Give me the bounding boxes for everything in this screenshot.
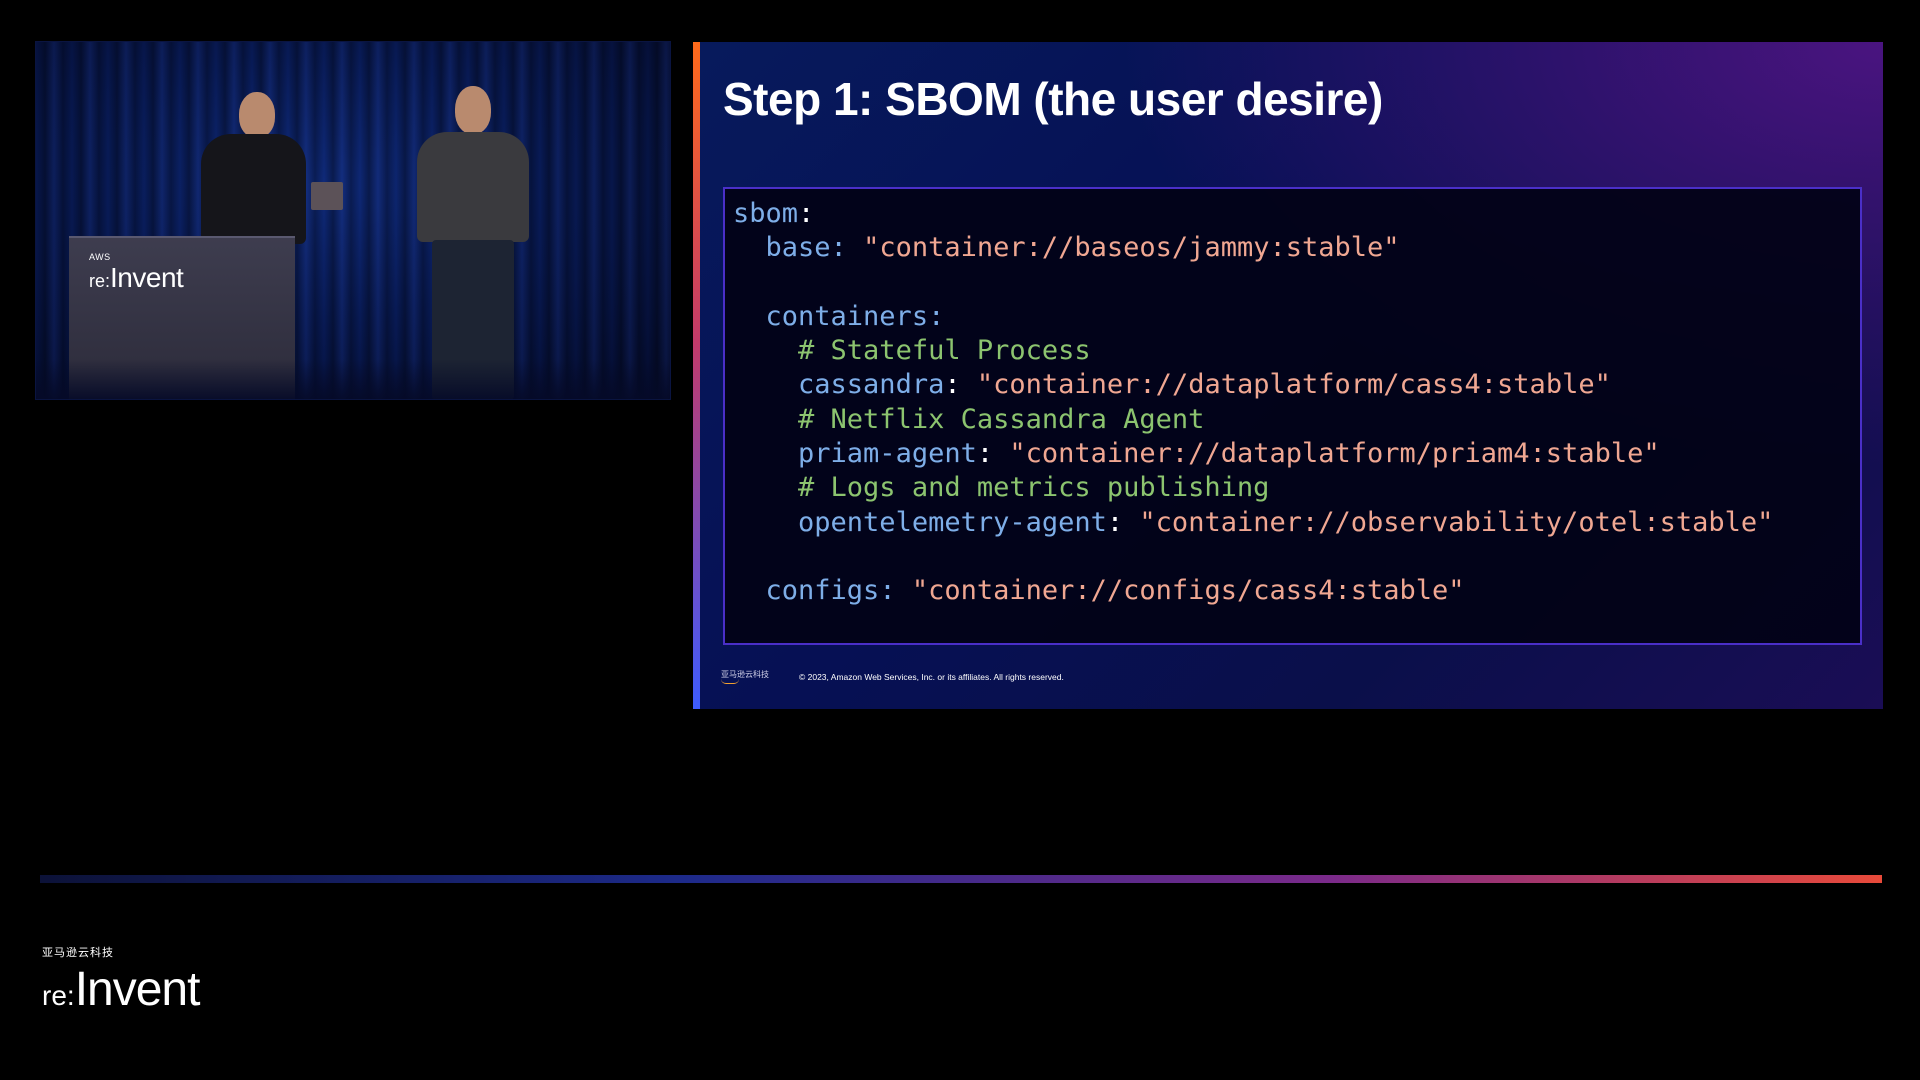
smile-arrow-icon (721, 679, 739, 684)
reinvent-logo: 亚马逊云科技 re:Invent (42, 944, 201, 1017)
slide-accent-bar (693, 42, 700, 709)
stage-floor (36, 359, 670, 399)
code-comment-logs: # Logs and metrics publishing (798, 472, 1270, 504)
code-value-priam: "container://dataplatform/priam4:stable" (1009, 438, 1660, 470)
podium-reinvent-logo: AWS re:Invent (89, 252, 184, 293)
code-value-cassandra: "container://dataplatform/cass4:stable" (976, 369, 1611, 401)
slide-footer: 亚马逊云科技 © 2023, Amazon Web Services, Inc.… (721, 670, 1064, 684)
code-key-configs: configs (765, 575, 880, 607)
code-comment-priam: # Netflix Cassandra Agent (798, 403, 1205, 435)
handheld-device (311, 182, 343, 210)
yaml-code: sbom: base: "container://baseos/jammy:st… (733, 198, 1774, 607)
brand-invent-text: Invent (74, 963, 201, 1016)
code-key-cassandra: cassandra (798, 369, 945, 401)
code-key-priam: priam-agent (798, 438, 977, 470)
copyright-text: © 2023, Amazon Web Services, Inc. or its… (799, 672, 1064, 682)
speaker-video-feed: AWS re:Invent (36, 42, 670, 399)
code-key-otel: opentelemetry-agent (798, 506, 1107, 538)
code-value-otel: "container://observability/otel:stable" (1139, 506, 1774, 538)
brand-gradient-bar (40, 875, 1882, 883)
brand-re-text: re: (42, 980, 75, 1011)
aws-china-logo: 亚马逊云科技 (721, 670, 799, 684)
code-key-base: base (765, 232, 831, 264)
code-comment-stateful: # Stateful Process (798, 335, 1091, 367)
presentation-slide: Step 1: SBOM (the user desire) sbom: bas… (693, 42, 1883, 709)
brand-cn-text: 亚马逊云科技 (42, 946, 114, 959)
code-value-base: "container://baseos/jammy:stable" (863, 232, 1400, 264)
code-key-containers: containers (765, 300, 929, 332)
code-block: sbom: base: "container://baseos/jammy:st… (723, 187, 1862, 645)
code-value-configs: "container://configs/cass4:stable" (911, 575, 1465, 607)
slide-title: Step 1: SBOM (the user desire) (723, 73, 1383, 125)
code-key-sbom: sbom (733, 198, 799, 229)
